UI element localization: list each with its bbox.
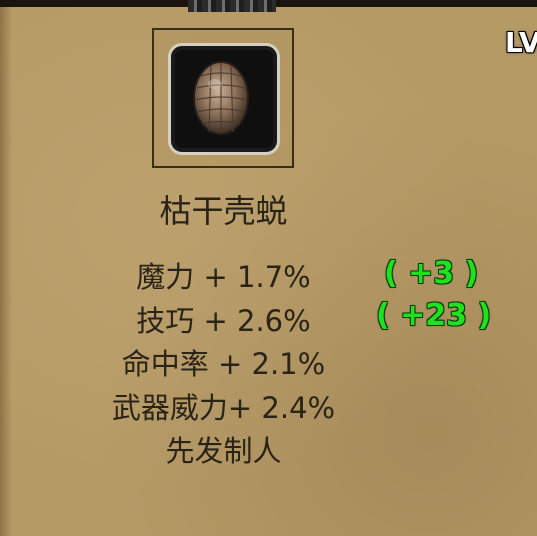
top-ornament [188,0,276,12]
stat-magic: 魔力 + 1.7% [136,260,311,294]
stat-weapon-power: 武器威力+ 2.4% [111,391,336,425]
turtle-shell-icon [193,61,249,135]
item-name: 枯干壳蜕 [159,192,288,230]
stat-hit-rate: 命中率 + 2.1% [121,347,326,381]
stat-preemptive: 先发制人 [165,434,282,468]
stat-magic-bonus: ( +3 ) [384,256,479,291]
level-label: LV [505,26,537,59]
item-icon-frame [152,28,294,168]
stat-skill-bonus: ( +23 ) [376,298,492,333]
item-icon-slot[interactable] [168,43,280,155]
